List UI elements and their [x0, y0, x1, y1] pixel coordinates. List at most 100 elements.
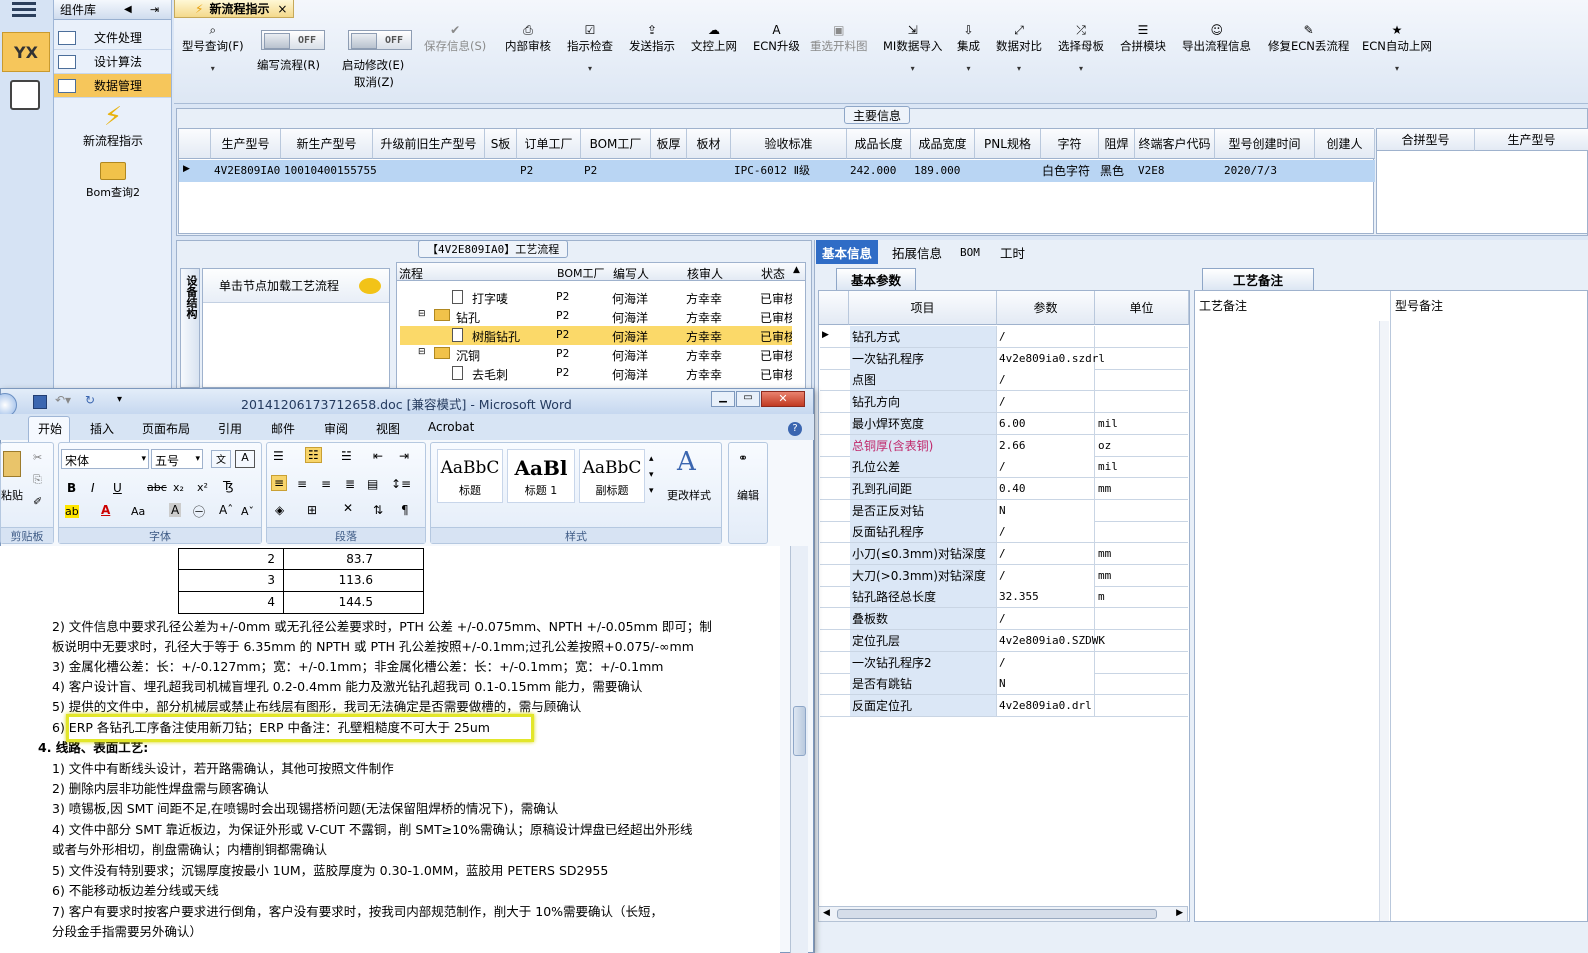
column-header[interactable]: 字符	[1041, 129, 1099, 159]
collapse-icon[interactable]: ⊟	[418, 347, 426, 357]
bullets-icon[interactable]: ☰	[273, 449, 284, 463]
param-row[interactable]: 点图 /	[820, 369, 1188, 392]
dropdown-arrow-icon[interactable]: ▾	[182, 64, 244, 73]
justify-icon[interactable]: ≣	[345, 477, 355, 491]
launcher-bom-query[interactable]: Bom查询2	[54, 160, 172, 204]
param-unit[interactable]	[1096, 608, 1188, 629]
dropdown-arrow-icon[interactable]: ▾	[1058, 64, 1104, 73]
scrollbar-thumb[interactable]	[793, 706, 806, 756]
send-instruction-button[interactable]: ⇪ 发送指示	[629, 24, 675, 54]
param-value[interactable]: 6.00	[996, 412, 1095, 434]
param-unit[interactable]: oz	[1096, 435, 1188, 456]
redo-icon[interactable]: ↻	[85, 393, 95, 407]
shading-icon[interactable]: ◈	[275, 503, 284, 517]
param-value[interactable]: /	[996, 369, 1095, 391]
param-value[interactable]: /	[996, 543, 1095, 564]
phonetic-icon[interactable]: 文	[211, 450, 231, 468]
bold-icon[interactable]: B	[67, 481, 76, 495]
param-value[interactable]: 2.66	[996, 434, 1095, 456]
param-value[interactable]: /	[996, 391, 1095, 413]
param-unit[interactable]	[1096, 326, 1188, 347]
mi-data-import-button[interactable]: ⇲ MI数据导入 ▾	[883, 24, 942, 73]
param-value[interactable]: /	[996, 456, 1095, 478]
enclose-char-icon[interactable]: ㊀	[193, 503, 205, 520]
collapse-icon[interactable]: ⊟	[418, 309, 426, 319]
table-row[interactable]: ▶ 4V2E809IA0 10010400155755 P2 P2 IPC-60…	[179, 160, 1375, 182]
table-cell[interactable]: 白色字符	[1039, 160, 1090, 180]
write-process-toggle[interactable]: OFF	[261, 30, 325, 50]
param-value[interactable]: /	[996, 564, 1095, 586]
param-value[interactable]: 4v2e809ia0.szdrl	[996, 347, 1105, 369]
column-header[interactable]: 创建人	[1315, 129, 1375, 159]
multilevel-list-icon[interactable]: ☱	[341, 449, 352, 463]
table-cell[interactable]: 黑色	[1097, 160, 1124, 180]
param-row[interactable]: 孔到孔间距 0.40 mm	[820, 477, 1188, 500]
table-cell[interactable]: 189.000	[911, 160, 960, 180]
column-header[interactable]: 生产型号	[211, 129, 281, 159]
distributed-icon[interactable]: ▤	[367, 477, 378, 491]
collapse-left-icon[interactable]: ◀	[124, 4, 132, 15]
column-header[interactable]: 核审人	[687, 265, 723, 282]
strikethrough-icon[interactable]: abc	[147, 481, 167, 494]
param-row[interactable]: 叠板数 /	[820, 608, 1188, 631]
yx-module-icon[interactable]: YX	[2, 32, 50, 72]
param-unit[interactable]	[1096, 500, 1188, 521]
calculator-icon[interactable]	[10, 80, 40, 110]
ecn-auto-online-button[interactable]: ★ ECN自动上网 ▾	[1362, 24, 1432, 73]
library-item-data-management[interactable]: 数据管理	[54, 74, 171, 98]
styles-more-icon[interactable]: ▴ ▾ ▾	[649, 451, 654, 499]
param-value[interactable]: 32.355	[996, 586, 1095, 608]
ribbon-tab[interactable]: 视图	[376, 420, 400, 437]
param-value[interactable]: 4v2e809ia0.SZDWK	[996, 629, 1105, 651]
param-row[interactable]: 一次钻孔程序 4v2e809ia0.szdrl	[820, 347, 1188, 370]
save-info-button[interactable]: ✔ 保存信息(S)	[424, 24, 486, 54]
tree-row[interactable]: ⊟ 钻孔 P2 何海洋 方幸幸 已审核	[400, 307, 792, 326]
param-row[interactable]: 小刀(≤0.3mm)对钻深度 / mm	[820, 543, 1188, 565]
tab-work-hours[interactable]: 工时	[994, 240, 1031, 264]
paste-button[interactable]: 粘贴	[1, 487, 23, 503]
library-item-file-processing[interactable]: 文件处理	[54, 26, 171, 50]
binoculars-icon[interactable]: ⚭	[738, 451, 748, 465]
dropdown-arrow-icon[interactable]: ▾	[883, 64, 942, 73]
basic-params-tab[interactable]: 基本参数	[836, 268, 916, 290]
data-compare-button[interactable]: ⤢ 数据对比 ▾	[996, 24, 1042, 73]
launcher-new-process[interactable]: ⚡ 新流程指示	[54, 102, 172, 152]
scrollbar-thumb[interactable]	[837, 909, 1157, 919]
copy-icon[interactable]: ⎘	[33, 473, 42, 487]
decrease-indent-icon[interactable]: ⇤	[373, 449, 383, 463]
minimize-button[interactable]: ▁	[711, 391, 735, 407]
char-border-icon[interactable]: A	[235, 450, 255, 468]
column-header[interactable]: 升级前旧生产型号	[373, 129, 485, 159]
param-unit[interactable]: mm	[1096, 478, 1188, 499]
close-button[interactable]: ✕	[761, 391, 805, 407]
select-mother-board-button[interactable]: ⤮ 选择母板 ▾	[1058, 24, 1104, 73]
model-query-button[interactable]: ⌕ 型号查询(F) ▾	[182, 24, 244, 73]
doc-control-online-button[interactable]: ☁ 文控上网	[691, 24, 737, 54]
dropdown-arrow-icon[interactable]: ▾	[567, 64, 613, 73]
param-row[interactable]: 是否有跳钻 N	[820, 673, 1188, 696]
param-value[interactable]: /	[996, 651, 1095, 673]
param-unit[interactable]	[1096, 695, 1188, 716]
param-unit[interactable]: mm	[1096, 565, 1188, 586]
param-unit[interactable]	[1096, 391, 1188, 412]
tab-basic-info[interactable]: 基本信息	[816, 240, 879, 264]
tree-row[interactable]: ⊟ 沉铜 P2 何海洋 方幸幸 已审核	[400, 345, 792, 364]
help-icon[interactable]: ?	[788, 422, 802, 436]
column-header[interactable]: S板	[485, 129, 517, 159]
align-right-icon[interactable]: ≡	[321, 477, 331, 491]
sort-icon[interactable]: ⇅	[373, 503, 383, 517]
close-icon[interactable]: ×	[277, 2, 287, 16]
line-spacing-icon[interactable]: ↕≡	[391, 477, 411, 491]
column-header[interactable]: 成品长度	[847, 129, 911, 159]
ribbon-tab[interactable]: 引用	[218, 420, 242, 437]
column-header[interactable]: 型号创建时间	[1215, 129, 1315, 159]
ribbon-tab[interactable]: 插入	[90, 420, 114, 437]
remarks-scrollbar[interactable]	[1379, 321, 1389, 921]
column-header[interactable]: 订单工厂	[517, 129, 581, 159]
column-header[interactable]: 流程	[399, 265, 423, 282]
paste-icon[interactable]	[3, 451, 21, 477]
style-subtitle[interactable]: AaBbC 副标题	[579, 449, 645, 503]
table-cell[interactable]: 4V2E809IA0	[211, 160, 280, 180]
param-row[interactable]: 孔位公差 / mil	[820, 456, 1188, 479]
column-header[interactable]: 验收标准	[731, 129, 847, 159]
